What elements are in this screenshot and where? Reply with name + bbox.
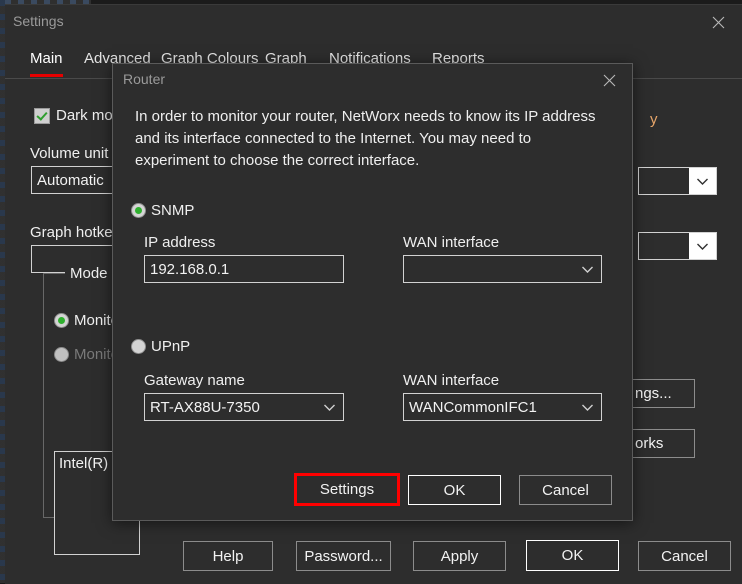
radio-icon[interactable]: [131, 339, 146, 354]
settings-window-title: Settings: [13, 13, 64, 29]
settings-titlebar[interactable]: Settings: [5, 5, 742, 39]
radio-icon[interactable]: [54, 347, 69, 362]
chevron-down-icon[interactable]: [574, 256, 601, 282]
volume-unit-value: Automatic: [37, 171, 104, 189]
chevron-down-icon[interactable]: [574, 394, 601, 420]
dark-mode-checkbox-row[interactable]: Dark mod: [34, 107, 121, 124]
apply-button[interactable]: Apply: [413, 541, 506, 571]
snmp-wan-interface-label: WAN interface: [403, 234, 500, 251]
password-button-label: Password...: [304, 547, 383, 565]
upnp-gateway-name-combobox[interactable]: RT-AX88U-7350: [144, 393, 344, 421]
cancel-button-label: Cancel: [661, 547, 708, 565]
upnp-wan-interface-value: WANCommonIFC1: [409, 398, 537, 416]
tab-main-label: Main: [30, 50, 63, 67]
right-button-networks-label: orks: [635, 435, 664, 452]
right-combobox-1[interactable]: [638, 167, 717, 195]
snmp-wan-interface-combobox[interactable]: [403, 255, 602, 283]
right-button-settings[interactable]: ngs...: [632, 379, 695, 408]
snmp-wan-interface-value: [404, 256, 574, 282]
volume-unit-label: Volume unit: [30, 145, 109, 162]
router-dialog-titlebar[interactable]: Router: [113, 64, 632, 96]
upnp-label: UPnP: [151, 338, 191, 355]
help-button-label: Help: [212, 547, 244, 565]
tab-selected-underline: [30, 74, 63, 77]
router-cancel-button-label: Cancel: [542, 481, 589, 499]
router-ok-button[interactable]: OK: [408, 475, 501, 505]
mode-groupbox-title: Mode: [65, 265, 113, 282]
chevron-down-icon[interactable]: [689, 233, 716, 259]
apply-button-label: Apply: [440, 547, 479, 565]
cancel-button[interactable]: Cancel: [638, 541, 731, 571]
upnp-wan-interface-label: WAN interface: [403, 372, 500, 389]
upnp-radio-option[interactable]: UPnP: [131, 338, 190, 355]
router-ok-button-label: OK: [443, 481, 466, 499]
upnp-wan-interface-combobox[interactable]: WANCommonIFC1: [403, 393, 602, 421]
radio-icon[interactable]: [54, 313, 69, 328]
snmp-radio-option[interactable]: SNMP: [131, 202, 194, 219]
router-dialog-description: In order to monitor your router, NetWorx…: [135, 108, 596, 169]
mode-option-1[interactable]: Monito: [54, 312, 119, 329]
upnp-gateway-name-value: RT-AX88U-7350: [150, 398, 260, 416]
close-icon[interactable]: [587, 65, 631, 95]
checkbox-icon[interactable]: [34, 107, 50, 124]
router-cancel-button[interactable]: Cancel: [519, 475, 612, 505]
upnp-gateway-name-label: Gateway name: [144, 372, 245, 389]
mode-option-2[interactable]: Monito: [54, 346, 119, 363]
right-combobox-2-value: [639, 233, 689, 259]
chevron-down-icon[interactable]: [689, 168, 716, 194]
graph-hotkey-label: Graph hotke: [30, 224, 113, 241]
snmp-ip-address-label: IP address: [144, 234, 216, 251]
ok-button[interactable]: OK: [526, 540, 619, 571]
password-button[interactable]: Password...: [296, 541, 391, 571]
radio-icon[interactable]: [131, 203, 146, 218]
router-dialog-title: Router: [123, 71, 166, 87]
right-combobox-1-value: [639, 168, 689, 194]
tab-main[interactable]: Main: [30, 50, 63, 77]
close-icon[interactable]: [696, 7, 740, 37]
ok-button-label: OK: [561, 547, 584, 564]
right-partial-text: y: [650, 111, 658, 128]
chevron-down-icon[interactable]: [316, 394, 343, 420]
snmp-ip-address-input[interactable]: 192.168.0.1: [144, 255, 344, 283]
right-button-networks[interactable]: orks: [632, 429, 695, 458]
router-dialog: Router In order to monitor your router, …: [112, 63, 633, 521]
right-button-settings-label: ngs...: [635, 385, 672, 402]
help-button[interactable]: Help: [183, 541, 273, 571]
snmp-ip-address-value: 192.168.0.1: [150, 260, 230, 278]
snmp-label: SNMP: [151, 202, 195, 219]
right-combobox-2[interactable]: [638, 232, 717, 260]
router-settings-button[interactable]: Settings: [294, 473, 400, 506]
router-settings-button-label: Settings: [319, 481, 375, 498]
